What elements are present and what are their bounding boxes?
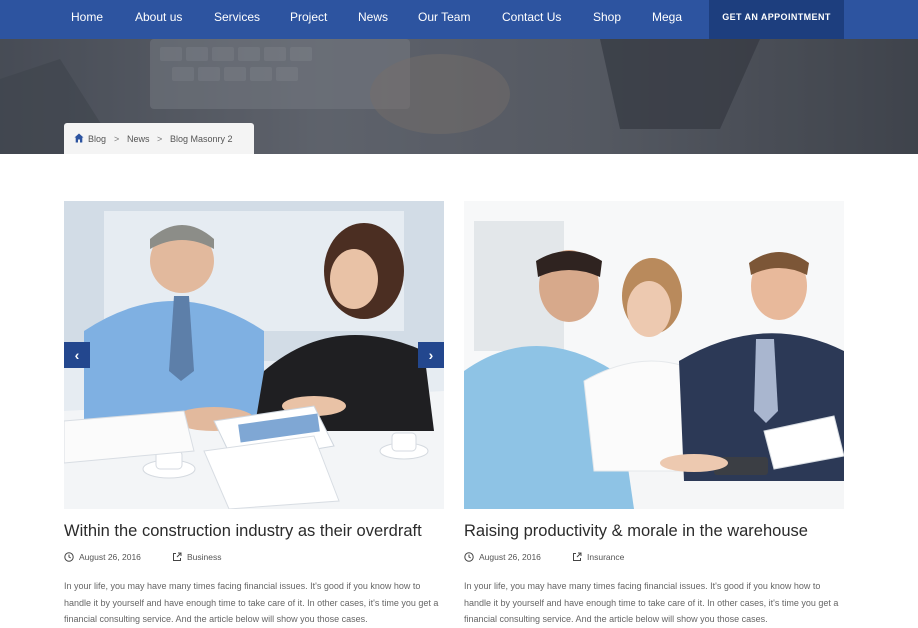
post-excerpt: In your life, you may have many times fa… [464,581,839,624]
post-image-photo [464,201,844,509]
nav-item-our-team[interactable]: Our Team [418,0,470,39]
nav-item-about-us[interactable]: About us [135,0,182,39]
breadcrumb-item-news[interactable]: News [127,123,150,156]
post-image [64,201,444,509]
post-image-slider[interactable]: ‹ › [64,201,444,509]
nav-item-contact-us[interactable]: Contact Us [502,0,561,39]
breadcrumb-separator-icon: > [114,134,120,144]
slider-next-button[interactable]: › [418,342,444,368]
post-excerpt: In your life, you may have many times fa… [64,581,439,624]
nav-item-services[interactable]: Services [214,0,260,39]
external-link-icon [573,552,582,561]
post-date: August 26, 2016 [79,552,141,562]
nav-item-shop[interactable]: Shop [593,0,621,39]
top-navigation-bar: Home About us Services Project News Our … [0,0,918,39]
post-category-link[interactable]: Business [187,552,222,562]
home-icon[interactable] [74,133,84,143]
nav-item-mega[interactable]: Mega [652,0,682,39]
get-appointment-button[interactable]: GET AN APPOINTMENT [709,0,844,39]
breadcrumb: Blog > News > Blog Masonry 2 [64,123,254,154]
post-category-link[interactable]: Insurance [587,552,624,562]
post-date: August 26, 2016 [479,552,541,562]
slider-prev-button[interactable]: ‹ [64,342,90,368]
post-title[interactable]: Raising productivity & morale in the war… [464,522,864,541]
clock-icon [464,552,474,562]
breadcrumb-separator-icon: > [157,134,163,144]
breadcrumb-item-blog[interactable]: Blog [88,123,106,156]
nav-item-home[interactable]: Home [71,0,103,39]
post-image[interactable] [464,201,844,509]
nav-item-project[interactable]: Project [290,0,327,39]
nav-item-news[interactable]: News [358,0,388,39]
external-link-icon [173,552,182,561]
clock-icon [64,552,74,562]
post-title[interactable]: Within the construction industry as thei… [64,522,464,541]
breadcrumb-item-current: Blog Masonry 2 [170,134,233,144]
